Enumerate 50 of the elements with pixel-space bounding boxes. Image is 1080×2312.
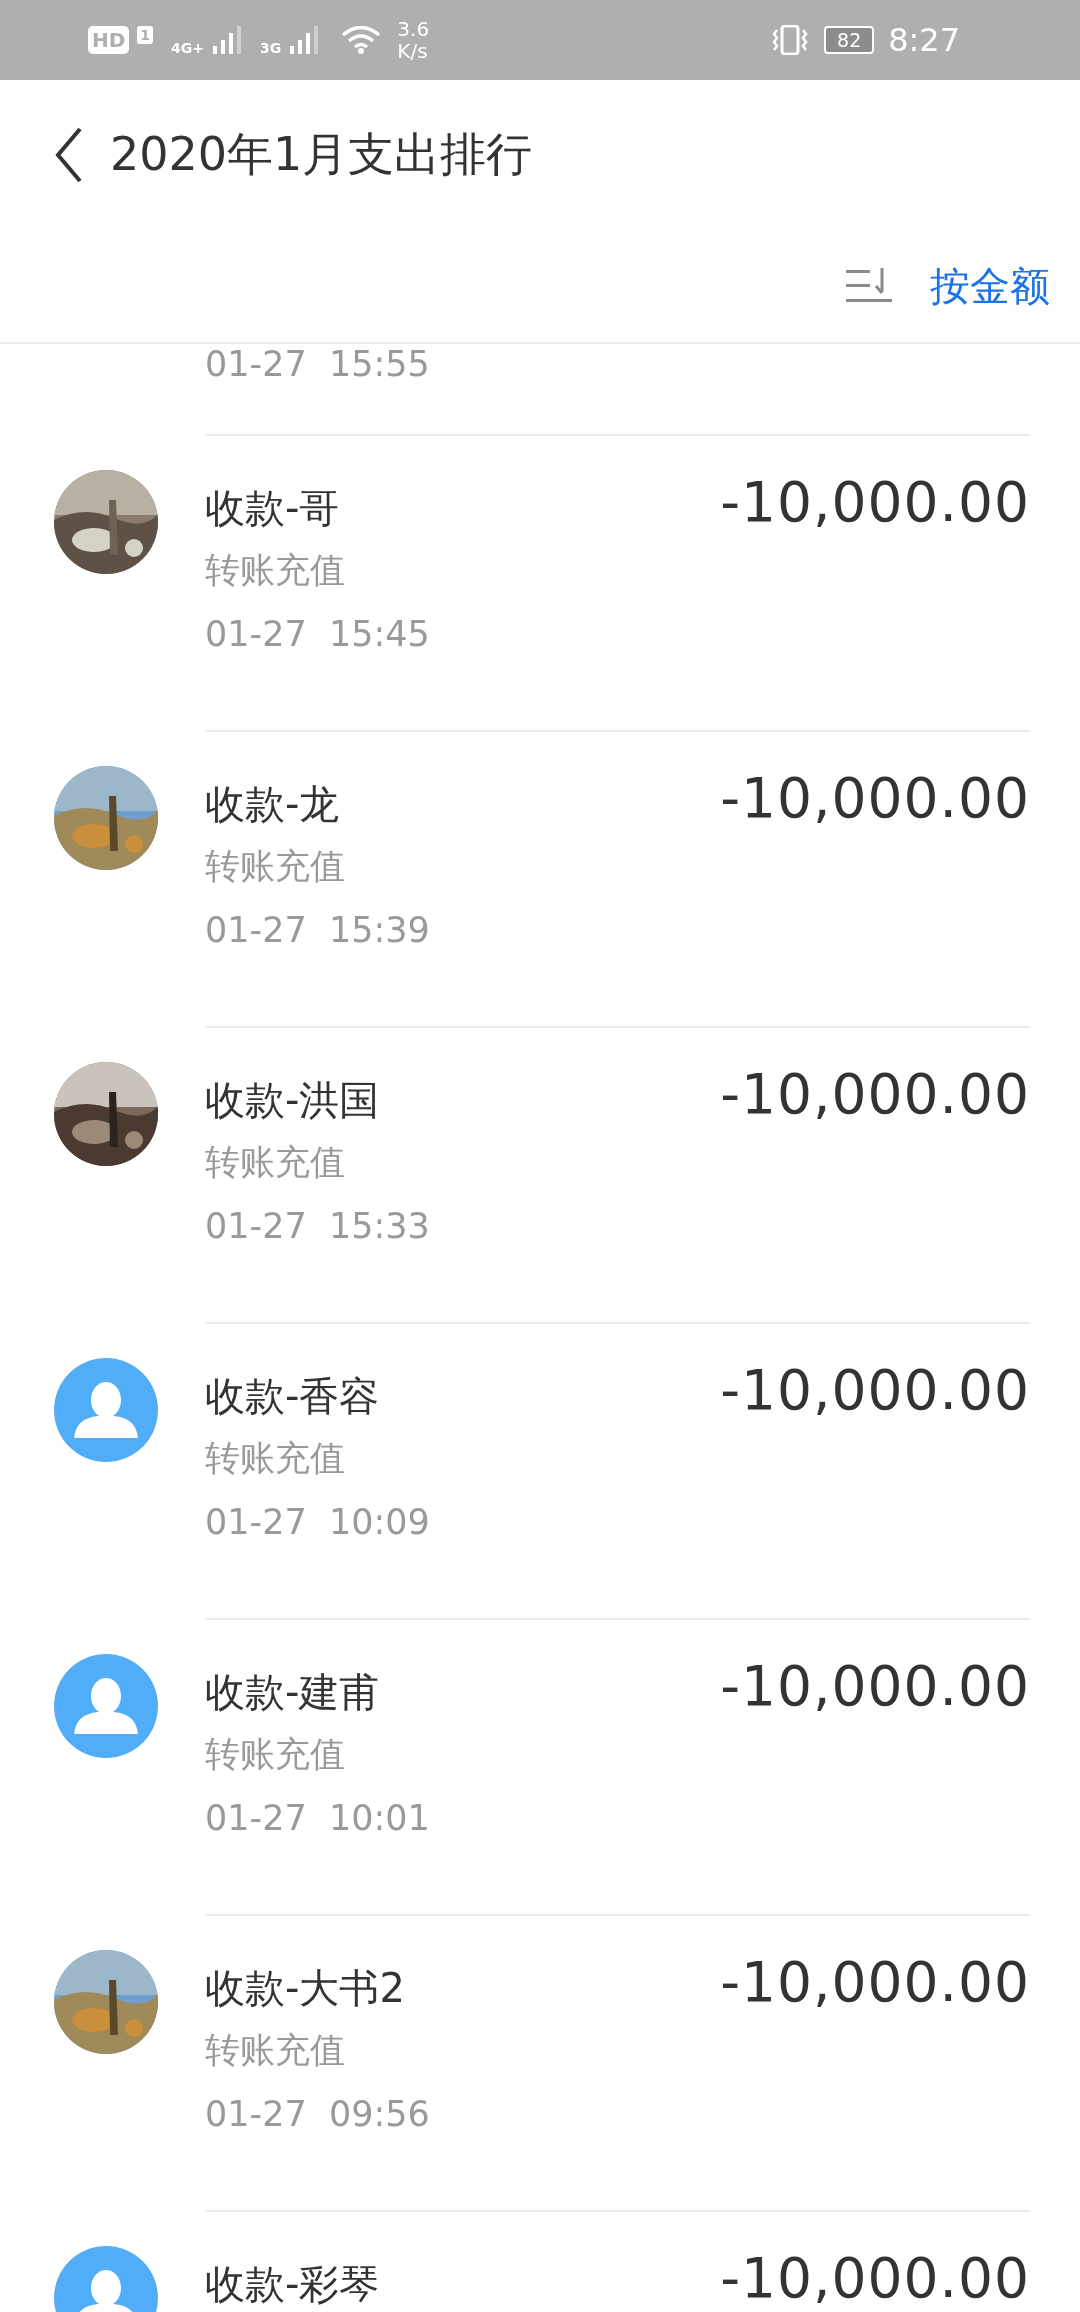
transaction-amount: -10,000.00 [720,2246,1030,2310]
clock: 8:27 [888,21,960,59]
transaction-amount: -10,000.00 [720,1950,1030,2014]
transaction-row[interactable]: 收款-哥 转账充值 01-27 15:45 -10,000.00 [0,434,1080,730]
payee-name: 收款-大书2 [205,1964,406,2013]
payee-name: 收款-洪国 [205,1076,381,1125]
wifi-icon [341,26,382,54]
transaction-row[interactable]: 收款-彩琴 -10,000.00 [0,2210,1080,2312]
transaction-category: 转账充值 [205,1733,346,1776]
payee-name: 收款-哥 [205,484,341,533]
transaction-category: 转账充值 [205,1141,346,1184]
transaction-category: 转账充值 [205,1437,346,1480]
transaction-time: 01-27 15:55 [205,344,430,384]
transaction-row[interactable]: 收款-香容 转账充值 01-27 10:09 -10,000.00 [0,1322,1080,1618]
sim-badge: 1 [137,26,154,44]
payee-name: 收款-建甫 [205,1668,381,1717]
default-avatar-icon [54,1654,158,1758]
default-avatar-icon [54,1358,158,1462]
transaction-category: 转账充值 [205,845,346,888]
speed-value: 3.6 [397,18,430,40]
signal-icon [289,26,320,54]
network-label: 4G+ [171,40,205,56]
signal-icon [212,26,243,54]
transaction-time: 01-27 15:39 [205,909,431,952]
transaction-time: 01-27 10:01 [205,1797,431,1840]
transaction-amount: -10,000.00 [720,1062,1030,1126]
payee-name: 收款-彩琴 [205,2260,381,2309]
transaction-category: 转账充值 [205,2029,346,2072]
page-title: 2020年1月支出排行 [110,126,533,183]
battery-level: 82 [837,30,862,50]
transaction-row[interactable]: 收款-建甫 转账充值 01-27 10:01 -10,000.00 [0,1618,1080,1914]
transaction-category: 转账充值 [205,549,346,592]
transaction-time: 01-27 10:09 [205,1501,431,1544]
transaction-row[interactable]: 收款-龙 转账充值 01-27 15:39 -10,000.00 [0,730,1080,1026]
transaction-row[interactable]: 收款-大书2 转账充值 01-27 09:56 -10,000.00 [0,1914,1080,2210]
payee-name: 收款-香容 [205,1372,381,1421]
sort-icon [846,268,892,304]
sort-by-amount-button[interactable]: 按金额 [930,258,1050,314]
transaction-time: 01-27 15:33 [205,1205,431,1248]
transaction-amount: -10,000.00 [720,766,1030,830]
payee-name: 收款-龙 [205,780,341,829]
hd-badge: HD [88,26,130,54]
transaction-time: 01-27 15:45 [205,613,431,656]
transaction-amount: -10,000.00 [720,1654,1030,1718]
transaction-amount: -10,000.00 [720,1358,1030,1422]
transaction-amount: -10,000.00 [720,470,1030,534]
network-label: 3G [260,40,282,56]
speed-unit: K/s [397,40,429,62]
transaction-row[interactable]: 收款-洪国 转账充值 01-27 15:33 -10,000.00 [0,1026,1080,1322]
transaction-time: 01-27 09:56 [205,2093,431,2136]
